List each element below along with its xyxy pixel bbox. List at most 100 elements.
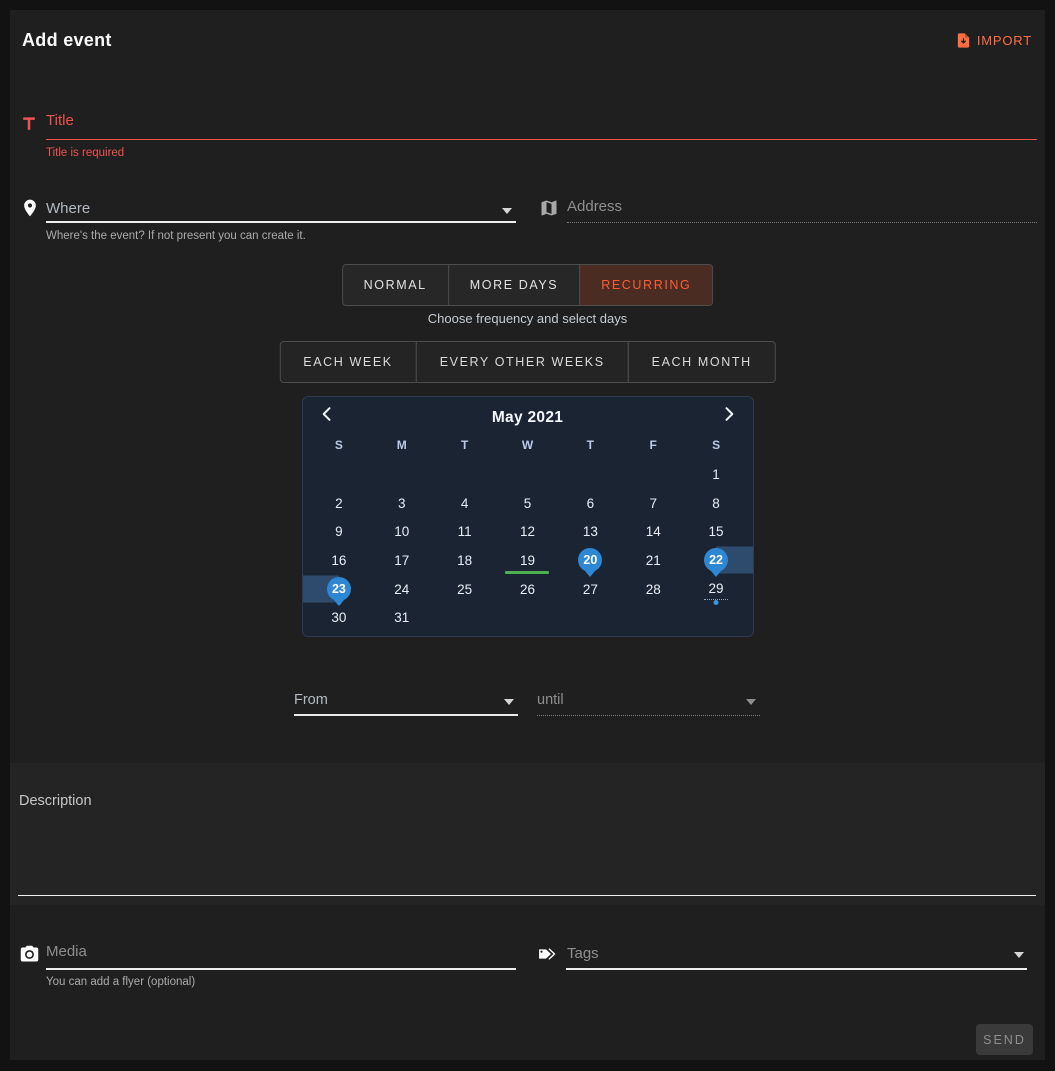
calendar-empty-cell	[308, 460, 371, 489]
from-underline	[294, 714, 518, 716]
weekday-label: M	[370, 435, 433, 455]
title-icon	[19, 114, 39, 139]
until-underline	[537, 715, 760, 716]
calendar-day-8[interactable]: 8	[685, 489, 748, 518]
calendar-day-25[interactable]: 25	[433, 575, 496, 604]
media-input[interactable]	[46, 943, 506, 960]
file-import-icon	[955, 32, 972, 49]
weekday-label: T	[433, 435, 496, 455]
calendar-day-1[interactable]: 1	[685, 460, 748, 489]
day-number: 29	[704, 578, 728, 600]
calendar-day-13[interactable]: 13	[559, 517, 622, 546]
calendar-day-15[interactable]: 15	[685, 517, 748, 546]
calendar-day-16[interactable]: 16	[308, 546, 371, 575]
calendar-day-3[interactable]: 3	[370, 489, 433, 518]
calendar-day-28[interactable]: 28	[622, 575, 685, 604]
calendar-weekdays: SMTWTFS	[308, 435, 748, 455]
day-number: 25	[453, 577, 477, 601]
frequency-hint: Choose frequency and select days	[10, 311, 1045, 326]
address-input[interactable]	[567, 198, 1027, 215]
until-time-select[interactable]: until	[537, 692, 564, 708]
day-number: 4	[453, 491, 477, 515]
calendar-month-label: May 2021	[492, 409, 563, 427]
calendar-day-7[interactable]: 7	[622, 489, 685, 518]
frequency-each-month-button[interactable]: EACH MONTH	[628, 341, 776, 383]
calendar-day-20[interactable]: 20	[559, 546, 622, 575]
where-dropdown-arrow-icon[interactable]	[502, 208, 512, 214]
address-underline	[567, 222, 1037, 223]
calendar-day-17[interactable]: 17	[370, 546, 433, 575]
calendar-day-19[interactable]: 19	[496, 546, 559, 575]
from-dropdown-arrow-icon[interactable]	[504, 699, 514, 705]
calendar-empty-cell	[622, 460, 685, 489]
location-pin-icon	[20, 198, 40, 223]
calendar-day-9[interactable]: 9	[308, 517, 371, 546]
calendar-day-4[interactable]: 4	[433, 489, 496, 518]
calendar-day-24[interactable]: 24	[370, 575, 433, 604]
title-input[interactable]	[46, 112, 1031, 129]
calendar-day-29[interactable]: 29	[685, 575, 748, 604]
calendar-day-10[interactable]: 10	[370, 517, 433, 546]
calendar-day-23[interactable]: 23	[308, 575, 371, 604]
tab-more-days[interactable]: MORE DAYS	[448, 264, 581, 306]
calendar-day-27[interactable]: 27	[559, 575, 622, 604]
calendar-day-30[interactable]: 30	[308, 603, 371, 632]
description-textarea[interactable]: Description	[10, 763, 1045, 905]
day-number: 13	[578, 520, 602, 544]
day-number: 15	[704, 520, 728, 544]
day-number: 7	[641, 491, 665, 515]
calendar-empty-cell	[496, 603, 559, 632]
calendar-day-31[interactable]: 31	[370, 603, 433, 632]
day-number: 6	[578, 491, 602, 515]
calendar-empty-cell	[433, 603, 496, 632]
day-number: 30	[327, 606, 351, 630]
send-button[interactable]: SEND	[976, 1024, 1033, 1055]
calendar-empty-cell	[559, 603, 622, 632]
where-select[interactable]: Where	[46, 200, 90, 217]
calendar-day-21[interactable]: 21	[622, 546, 685, 575]
title-error-message: Title is required	[46, 147, 124, 159]
day-number: 27	[578, 577, 602, 601]
frequency-each-week-button[interactable]: EACH WEEK	[279, 341, 416, 383]
tags-select[interactable]: Tags	[567, 945, 599, 962]
where-helper-text: Where's the event? If not present you ca…	[46, 230, 306, 242]
tab-normal[interactable]: NORMAL	[342, 264, 449, 306]
calendar-empty-cell	[496, 460, 559, 489]
day-number: 21	[641, 548, 665, 572]
day-number: 16	[327, 548, 351, 572]
media-helper-text: You can add a flyer (optional)	[46, 976, 195, 988]
event-type-tabs: NORMAL MORE DAYS RECURRING	[342, 264, 714, 306]
day-number: 23	[327, 577, 351, 601]
day-number: 8	[704, 491, 728, 515]
calendar-next-month-button[interactable]	[719, 404, 739, 424]
weekday-label: F	[622, 435, 685, 455]
day-number: 31	[390, 606, 414, 630]
calendar-empty-cell	[685, 603, 748, 632]
import-button[interactable]: IMPORT	[955, 32, 1032, 49]
frequency-options: EACH WEEK EVERY OTHER WEEKS EACH MONTH	[279, 341, 775, 383]
calendar-day-26[interactable]: 26	[496, 575, 559, 604]
until-dropdown-arrow-icon[interactable]	[746, 699, 756, 705]
calendar-day-6[interactable]: 6	[559, 489, 622, 518]
tags-dropdown-arrow-icon[interactable]	[1014, 952, 1024, 958]
calendar-day-18[interactable]: 18	[433, 546, 496, 575]
day-number: 1	[704, 462, 728, 486]
calendar-day-12[interactable]: 12	[496, 517, 559, 546]
import-label: IMPORT	[977, 33, 1032, 48]
calendar-day-11[interactable]: 11	[433, 517, 496, 546]
calendar-grid: 1234567891011121314151617181920212223242…	[308, 460, 748, 632]
tags-underline	[566, 968, 1027, 970]
tab-recurring[interactable]: RECURRING	[579, 264, 713, 306]
calendar-day-14[interactable]: 14	[622, 517, 685, 546]
day-number: 18	[453, 548, 477, 572]
day-number: 5	[515, 491, 539, 515]
weekday-label: T	[559, 435, 622, 455]
frequency-every-other-weeks-button[interactable]: EVERY OTHER WEEKS	[416, 341, 629, 383]
from-time-select[interactable]: From	[294, 692, 328, 708]
calendar-day-22[interactable]: 22	[685, 546, 748, 575]
calendar-header: May 2021	[303, 405, 753, 431]
day-number: 11	[453, 520, 477, 544]
calendar-day-2[interactable]: 2	[308, 489, 371, 518]
calendar-day-5[interactable]: 5	[496, 489, 559, 518]
day-number: 3	[390, 491, 414, 515]
